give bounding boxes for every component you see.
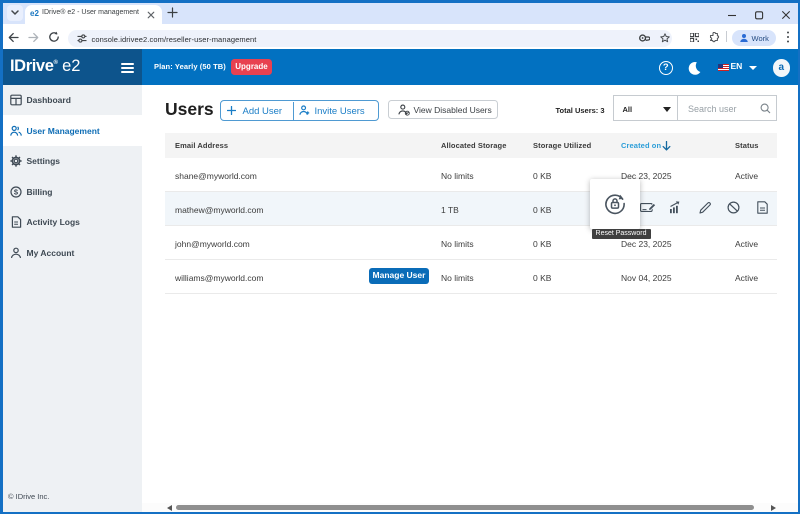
svg-text:$: $ (13, 187, 18, 196)
